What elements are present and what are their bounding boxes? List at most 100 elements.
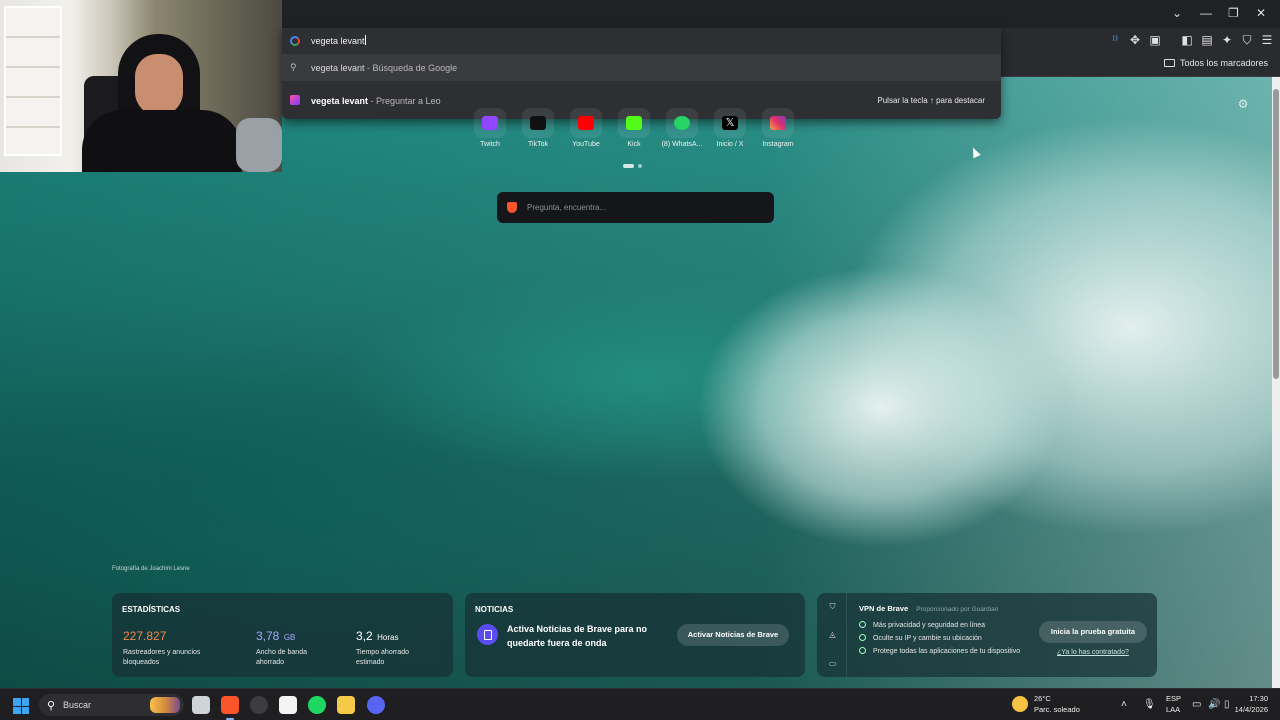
search-placeholder: Pregunta, encuentra... (527, 203, 607, 212)
top-site-label: Twitch (480, 141, 500, 148)
text-caret (364, 35, 366, 45)
top-site-label: Kick (627, 141, 641, 148)
news-icon (477, 624, 498, 645)
tiktok-icon (530, 116, 546, 130)
close-icon[interactable]: ✕ (1256, 6, 1266, 20)
card-icon[interactable]: ▭ (828, 659, 837, 668)
spotify-icon[interactable] (308, 696, 326, 714)
top-site-label: TikTok (528, 141, 548, 148)
top-site-label: Instagram (762, 141, 794, 148)
google-icon (290, 36, 300, 46)
kick-icon (626, 116, 642, 130)
suggestion-query: vegeta levant (311, 63, 365, 73)
wallet-icon[interactable]: ▤ (1200, 33, 1214, 47)
omnibox-dropdown: vegeta levant ⚲ vegeta levant - Búsqueda… (282, 28, 1001, 119)
address-bar[interactable]: vegeta levant (282, 28, 1001, 54)
leo-ai-icon[interactable]: ✦ (1220, 33, 1234, 47)
top-site-kick[interactable]: Kick (610, 108, 658, 148)
top-site-x[interactable]: 𝕏 Inicio / X (706, 108, 754, 148)
stat-desc: Ancho de banda ahorrado (256, 649, 307, 666)
suggestion-source: - Búsqueda de Google (364, 63, 458, 73)
whatsapp-icon (674, 116, 690, 130)
youtube-icon (578, 116, 594, 130)
activate-news-button[interactable]: Activar Noticias de Brave (677, 624, 789, 646)
sidebar-icon[interactable]: ◧ (1180, 33, 1194, 47)
keyboard-layout[interactable]: LAA (1166, 705, 1180, 715)
address-bar-query: vegeta levant (311, 36, 365, 46)
streamer-face (135, 54, 183, 116)
suggestion-google-search[interactable]: ⚲ vegeta levant - Búsqueda de Google (282, 54, 1001, 81)
ntp-search-box[interactable]: Pregunta, encuentra... (497, 192, 774, 223)
menu-icon[interactable]: ☰ (1260, 33, 1274, 47)
search-highlight-icon (150, 697, 180, 713)
weather-icon[interactable] (1012, 696, 1028, 712)
bookshelf (4, 6, 62, 156)
taskbar-search-label: Buscar (63, 700, 92, 710)
photo-credit[interactable]: Fotografía de Joachim Lesne (112, 566, 190, 572)
suggestion-source: - Preguntar a Leo (368, 96, 441, 106)
keyboard-hint: Pulsar la tecla ↑ para destacar (877, 96, 985, 105)
top-site-twitch[interactable]: Twitch (466, 108, 514, 148)
all-bookmarks-label: Todos los marcadores (1179, 58, 1268, 68)
input-language[interactable]: ESP (1166, 694, 1181, 704)
vpn-shield-icon[interactable]: ⛉ (1240, 33, 1254, 47)
news-widget: NOTICIAS Activa Noticias de Brave para n… (465, 593, 805, 677)
top-site-youtube[interactable]: YouTube (562, 108, 610, 148)
top-sites: Twitch TikTok YouTube Kick (8) WhatsA...… (466, 108, 796, 154)
already-subscribed-link[interactable]: ¿Ya lo has contratado? (1057, 649, 1129, 656)
speedreader-icon[interactable]: ⁾⁾ (1108, 33, 1122, 47)
vpn-widget: ⛉ ◬ ▭ VPN de Brave Proporcionado por Gua… (817, 593, 1157, 677)
top-site-tiktok[interactable]: TikTok (514, 108, 562, 148)
pager-dot-active[interactable] (623, 164, 634, 168)
discord-icon[interactable] (367, 696, 385, 714)
suggestion-query: vegeta levant (311, 96, 369, 106)
vpn-shield-icon[interactable]: ⛉ (828, 602, 837, 611)
settings-gear-icon[interactable]: ⚙ (1236, 97, 1250, 111)
tab-icon[interactable]: ▣ (1148, 33, 1162, 47)
clock-date[interactable]: 14/4/2026 (1228, 705, 1268, 715)
microphone-icon[interactable]: 🎙 (1143, 699, 1156, 710)
vpn-title: VPN de Brave (859, 604, 909, 613)
tab-search-icon[interactable]: ⌄ (1172, 6, 1182, 20)
taskbar-search[interactable]: ⚲ Buscar (39, 694, 184, 716)
start-trial-button[interactable]: Inicia la prueba gratuita (1039, 621, 1147, 643)
stat-value: 3,78 (256, 629, 280, 643)
minimize-icon[interactable]: — (1200, 6, 1212, 20)
brave-browser-icon[interactable] (221, 696, 239, 720)
page-scrollbar[interactable] (1272, 77, 1280, 688)
news-description: Activa Noticias de Brave para no quedart… (507, 624, 648, 648)
triangle-icon[interactable]: ◬ (828, 630, 837, 639)
stat-value: 3,2 (356, 629, 373, 643)
top-site-whatsapp[interactable]: (8) WhatsA... (658, 108, 706, 148)
vpn-feature: Más privacidad y seguridad en línea (859, 621, 985, 629)
stats-title: ESTADÍSTICAS (122, 605, 181, 614)
stat-value: 227.827 (123, 629, 167, 643)
network-icon[interactable]: ▭ (1192, 699, 1201, 710)
chevron-up-icon[interactable]: ˄ (1121, 699, 1127, 710)
volume-icon[interactable]: 🔊 (1208, 699, 1220, 710)
capcut-icon[interactable] (279, 696, 297, 714)
streamer-body (82, 110, 242, 172)
search-icon: ⚲ (47, 700, 56, 712)
windows-taskbar: ⚲ Buscar 26°C Parc. soleado ˄ 🎙 ESP LAA … (0, 688, 1280, 720)
restore-icon[interactable]: ❐ (1228, 6, 1239, 20)
clock-time[interactable]: 17:30 (1244, 694, 1268, 704)
pager-dot[interactable] (638, 164, 642, 168)
search-icon: ⚲ (290, 62, 297, 72)
windows-start-icon[interactable] (13, 698, 29, 714)
stat-unit: GB (283, 633, 296, 642)
leo-icon (290, 95, 300, 105)
obs-icon[interactable] (250, 696, 268, 714)
scroll-thumb[interactable] (1273, 89, 1279, 379)
stat-time: 3,2 Horas Tiempo ahorrado estimado (356, 627, 426, 668)
file-explorer-icon[interactable] (337, 696, 355, 714)
task-view-icon[interactable] (192, 696, 210, 714)
weather-desc: Parc. soleado (1034, 705, 1080, 714)
vpn-provider: Proporcionado por Guardian (916, 606, 999, 613)
extensions-icon[interactable]: ✥ (1128, 33, 1142, 47)
brave-logo-icon (507, 202, 517, 213)
all-bookmarks-button[interactable]: Todos los marcadores (1163, 58, 1268, 68)
top-site-instagram[interactable]: Instagram (754, 108, 802, 148)
news-title: NOTICIAS (475, 605, 514, 614)
vpn-feature: Protege todas las aplicaciones de tu dis… (859, 647, 1020, 655)
